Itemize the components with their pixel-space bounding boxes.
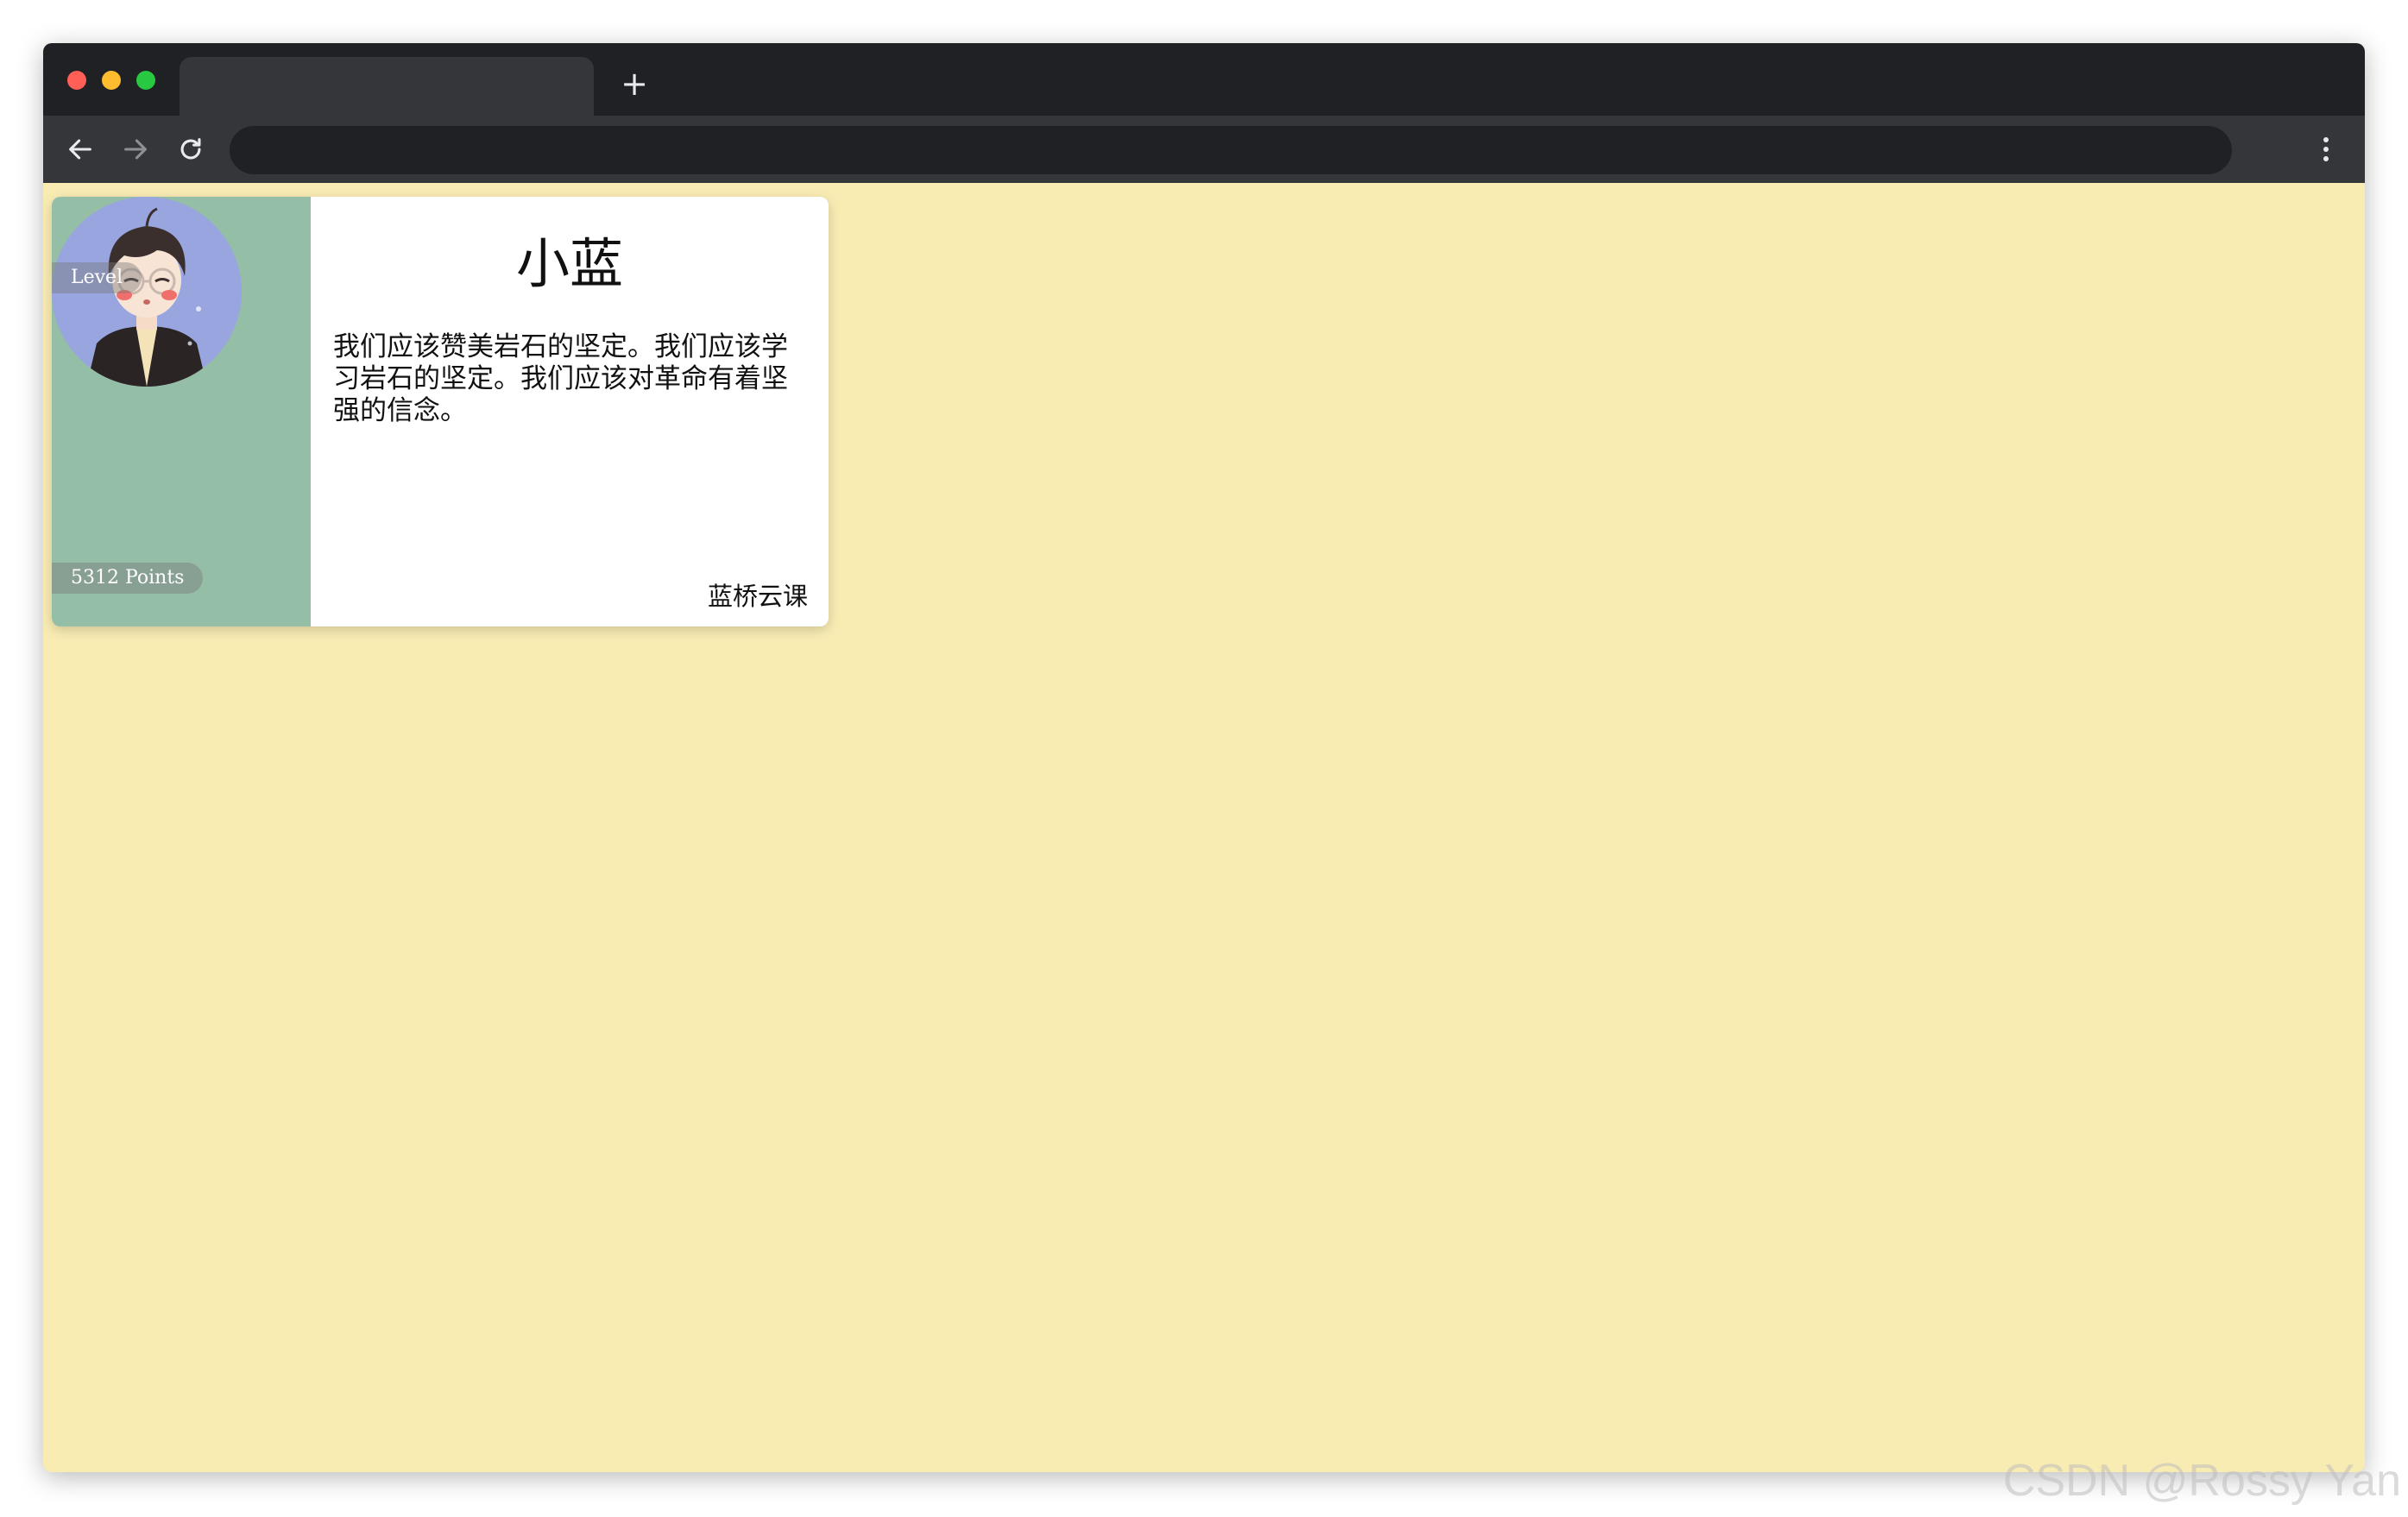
browser-toolbar	[43, 116, 2365, 183]
page-viewport: Level 5312 Points 小蓝 我们应该赞美岩石的坚定。我们应该学习岩…	[43, 183, 2365, 1472]
minimize-window-button[interactable]	[102, 71, 121, 90]
reload-icon	[180, 138, 201, 160]
arrow-left-icon	[69, 139, 91, 160]
level-badge: Level	[52, 262, 142, 293]
browser-window: + Level 5312 Points 小蓝 我们应该赞美岩石的坚定。我们应该学…	[43, 43, 2365, 1472]
reload-button[interactable]	[169, 128, 212, 171]
forward-button[interactable]	[114, 128, 157, 171]
plus-icon: +	[621, 65, 648, 103]
tab-bar: +	[43, 43, 2365, 116]
active-tab[interactable]	[180, 57, 594, 116]
arrow-right-icon	[124, 139, 147, 160]
card-left-panel: Level 5312 Points	[52, 197, 311, 626]
browser-menu-button[interactable]	[2304, 128, 2348, 171]
kebab-menu-icon	[2323, 137, 2329, 161]
profile-name: 小蓝	[515, 232, 623, 295]
maximize-window-button[interactable]	[136, 71, 155, 90]
close-window-button[interactable]	[67, 71, 86, 90]
points-badge: 5312 Points	[52, 563, 204, 594]
profile-description: 我们应该赞美岩石的坚定。我们应该学习岩石的坚定。我们应该对革命有着坚强的信念。	[333, 331, 788, 426]
back-button[interactable]	[59, 128, 102, 171]
card-content: 小蓝 我们应该赞美岩石的坚定。我们应该学习岩石的坚定。我们应该对革命有着坚强的信…	[311, 197, 829, 626]
watermark-text: CSDN @Rossy Yan	[2002, 1456, 2401, 1506]
address-bar[interactable]	[230, 126, 2232, 174]
profile-signature: 蓝桥云课	[707, 582, 808, 611]
new-tab-button[interactable]: +	[613, 62, 656, 105]
profile-card: Level 5312 Points 小蓝 我们应该赞美岩石的坚定。我们应该学习岩…	[52, 197, 829, 626]
